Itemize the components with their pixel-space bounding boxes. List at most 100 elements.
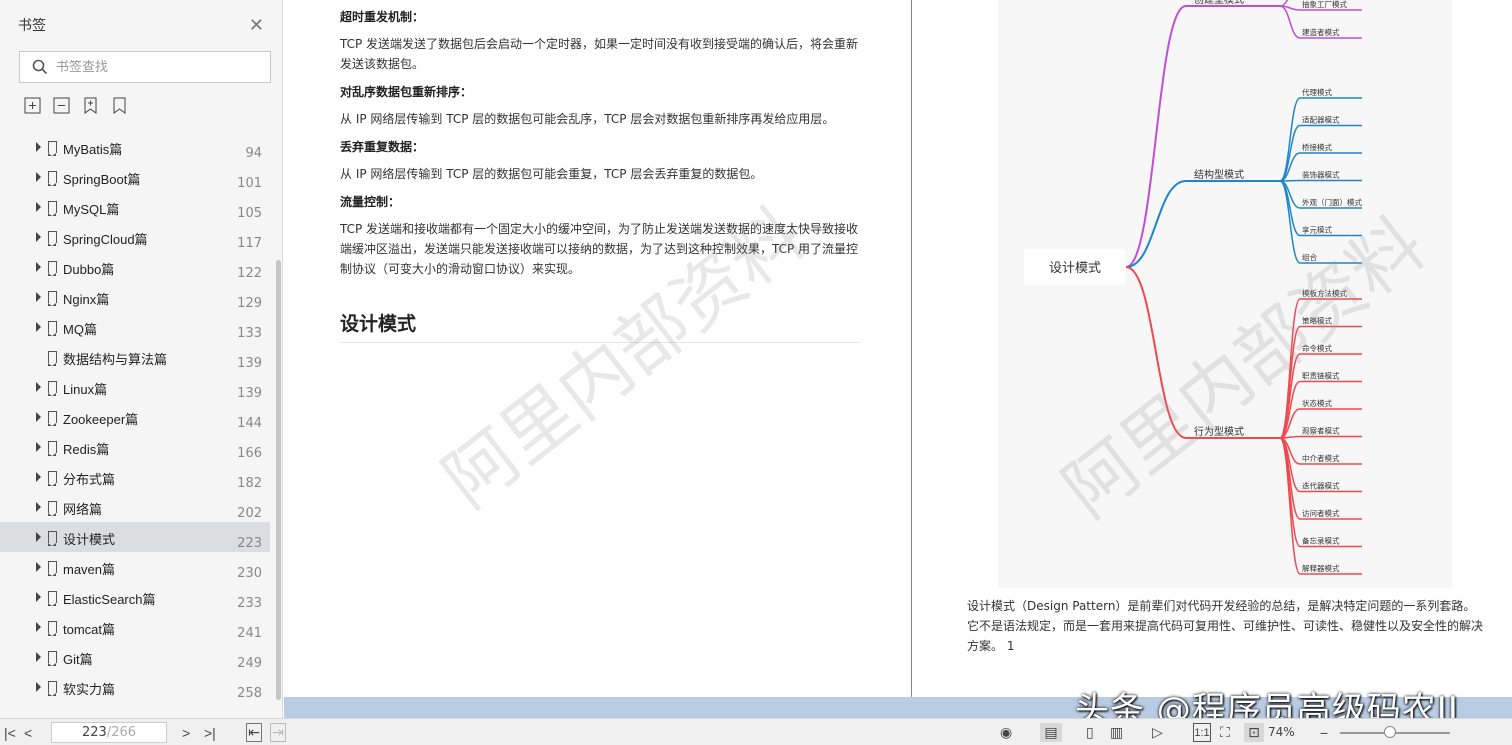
expand-arrow-icon[interactable]: [36, 262, 41, 272]
bookmark-flag-icon: [48, 231, 57, 246]
expand-arrow-icon[interactable]: [36, 532, 41, 542]
bookmark-item[interactable]: Nginx篇 129: [0, 282, 270, 312]
zoom-level[interactable]: 74%: [1268, 725, 1295, 739]
bookmark-flag-icon: [48, 621, 57, 636]
expand-arrow-icon[interactable]: [36, 292, 41, 302]
bookmark-item[interactable]: Linux篇 139: [0, 372, 270, 402]
bookmark-search[interactable]: [19, 51, 271, 83]
expand-arrow-icon[interactable]: [36, 172, 41, 182]
bookmark-item[interactable]: tomcat篇 241: [0, 612, 270, 642]
expand-arrow-icon[interactable]: [36, 382, 41, 392]
fit-page-icon[interactable]: ⛶: [1220, 723, 1230, 742]
expand-arrow-icon[interactable]: [36, 142, 41, 152]
bookmark-label: MyBatis篇: [63, 142, 123, 157]
back-icon[interactable]: ⇤: [246, 723, 262, 742]
bookmark-item[interactable]: 软实力篇 258: [0, 672, 270, 702]
expand-arrow-icon[interactable]: [36, 412, 41, 422]
mindmap-leaf-label: 适配器模式: [1302, 115, 1340, 125]
paragraph-flow-control: TCP 发送端和接收端都有一个固定大小的缓冲空间，为了防止发送端发送数据的速度太…: [340, 222, 859, 276]
heading-timeout: 超时重发机制：: [340, 10, 425, 24]
bookmark-icon[interactable]: [111, 97, 128, 114]
bookmark-item[interactable]: MQ篇 133: [0, 312, 270, 342]
page-separator: [911, 0, 912, 718]
bookmark-flag-icon: [48, 351, 57, 366]
expand-arrow-icon[interactable]: [36, 682, 41, 692]
bookmark-label: 网络篇: [63, 502, 103, 517]
prev-page-icon[interactable]: <: [24, 723, 32, 742]
bookmark-item[interactable]: SpringCloud篇 117: [0, 222, 270, 252]
expand-arrow-icon[interactable]: [36, 322, 41, 332]
bookmark-page-number: 258: [237, 686, 262, 701]
heading-flow-control: 流量控制：: [340, 195, 401, 209]
bookmark-label: 数据结构与算法篇: [63, 352, 168, 367]
bookmark-item[interactable]: Dubbo篇 122: [0, 252, 270, 282]
fit-width-icon[interactable]: ⊡: [1244, 723, 1264, 742]
mindmap-leaf-label: 策略模式: [1302, 316, 1332, 326]
bookmark-page-number: 223: [237, 536, 262, 551]
mindmap-branch-line: [1125, 266, 1280, 439]
actual-size-icon[interactable]: 1:1: [1193, 723, 1211, 742]
collapse-all-icon[interactable]: [53, 97, 70, 114]
bookmark-item[interactable]: 网络篇 202: [0, 492, 270, 522]
bookmark-flag-icon: [48, 441, 57, 456]
bookmark-item[interactable]: Git篇 249: [0, 642, 270, 672]
bookmark-panel-header: 书签 ✕: [0, 0, 282, 50]
bookmark-item[interactable]: 分布式篇 182: [0, 462, 270, 492]
mindmap-leaf-label: 组合: [1302, 252, 1318, 262]
mindmap-leaf-line: [1279, 179, 1362, 182]
bookmark-item[interactable]: maven篇 230: [0, 552, 270, 582]
eye-icon[interactable]: ◉: [1000, 723, 1012, 742]
bookmark-item[interactable]: SpringBoot篇 101: [0, 162, 270, 192]
bookmark-flag-icon: [48, 501, 57, 516]
bookmark-item[interactable]: 设计模式 223: [0, 522, 270, 552]
expand-arrow-icon[interactable]: [36, 472, 41, 482]
bookmark-page-number: 241: [237, 626, 262, 641]
continuous-page-icon[interactable]: ▯: [1086, 723, 1094, 742]
bookmark-item[interactable]: Redis篇 166: [0, 432, 270, 462]
bookmark-item[interactable]: ElasticSearch篇 233: [0, 582, 270, 612]
mindmap-leaf-label: 命令模式: [1302, 343, 1332, 353]
close-icon[interactable]: ✕: [249, 15, 264, 36]
two-page-icon[interactable]: ▥: [1110, 723, 1123, 742]
bookmark-page-number: 129: [237, 296, 262, 311]
expand-arrow-icon[interactable]: [36, 622, 41, 632]
first-page-icon[interactable]: |<: [4, 723, 16, 742]
bookmark-item[interactable]: MySQL篇 105: [0, 192, 270, 222]
bookmark-search-input[interactable]: [56, 59, 256, 75]
single-page-icon[interactable]: ▤: [1040, 723, 1062, 742]
play-icon[interactable]: ▷: [1152, 723, 1163, 742]
bookmark-page-number: 249: [237, 656, 262, 671]
mindmap-leaf-label: 职责链模式: [1302, 371, 1340, 381]
expand-arrow-icon[interactable]: [36, 652, 41, 662]
mindmap-image: 设计模式创建型模式工厂方法模式抽象工厂模式建造者模式结构型模式代理模式适配器模式…: [998, 0, 1452, 588]
document-view: 超时重发机制： TCP 发送端发送了数据包后会启动一个定时器，如果一定时间没有收…: [284, 0, 1512, 718]
expand-arrow-icon[interactable]: [36, 202, 41, 212]
bookmark-label: 分布式篇: [63, 472, 116, 487]
mindmap-leaf-label: 中介者模式: [1302, 453, 1340, 463]
page-number-field[interactable]: 223/266: [51, 722, 167, 743]
mindmap-leaf-label: 迭代器模式: [1302, 481, 1340, 491]
bookmark-flag-icon: [48, 471, 57, 486]
add-bookmark-icon[interactable]: [82, 97, 99, 114]
bookmark-flag-icon: [48, 141, 57, 156]
bookmark-label: 软实力篇: [63, 682, 116, 697]
bookmark-page-number: 101: [237, 176, 262, 191]
expand-arrow-icon[interactable]: [36, 502, 41, 512]
sidebar-scrollbar[interactable]: [276, 260, 281, 700]
expand-all-icon[interactable]: [24, 97, 41, 114]
expand-arrow-icon[interactable]: [36, 442, 41, 452]
last-page-icon[interactable]: >|: [204, 723, 216, 742]
bookmark-page-number: 202: [237, 506, 262, 521]
expand-arrow-icon[interactable]: [36, 232, 41, 242]
bookmark-item[interactable]: Zookeeper篇 144: [0, 402, 270, 432]
next-page-icon[interactable]: >: [182, 723, 190, 742]
zoom-out-icon[interactable]: −: [1320, 723, 1328, 742]
bookmark-page-number: 117: [237, 236, 262, 251]
forward-icon[interactable]: ⇥: [270, 723, 286, 742]
expand-arrow-icon[interactable]: [36, 562, 41, 572]
bookmark-item[interactable]: MyBatis篇 94: [0, 132, 270, 162]
bookmark-item[interactable]: 数据结构与算法篇 139: [0, 342, 270, 372]
zoom-slider-thumb[interactable]: [1383, 726, 1396, 738]
expand-arrow-icon[interactable]: [36, 592, 41, 602]
mindmap-root-label: 设计模式: [1049, 261, 1101, 276]
